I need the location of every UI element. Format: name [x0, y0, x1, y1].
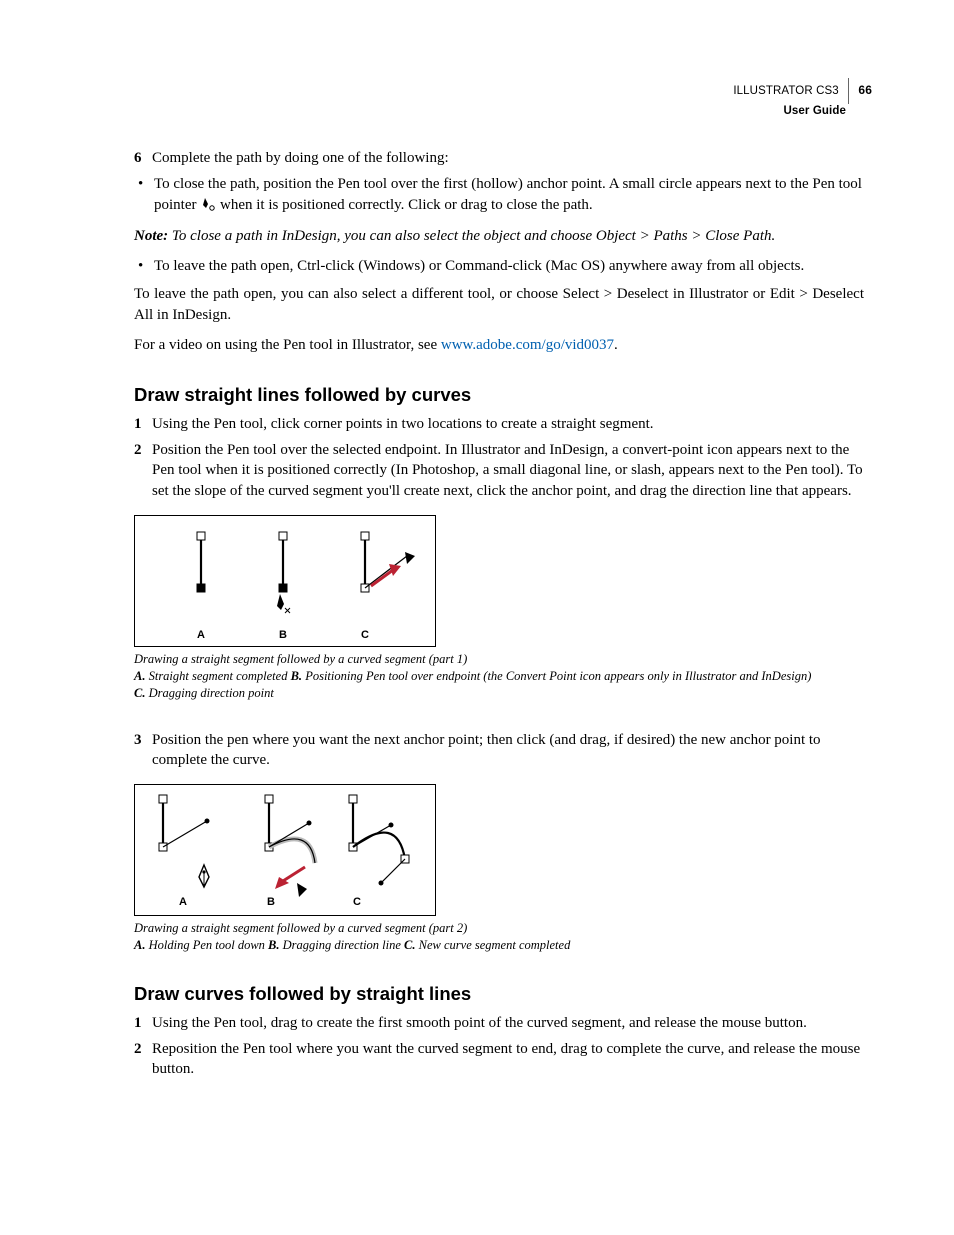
bullet-leave-open: To leave the path open, Ctrl-click (Wind… [134, 256, 864, 276]
s2-step-2-text: Reposition the Pen tool where you want t… [152, 1039, 864, 1080]
s1-step-1: 1 Using the Pen tool, click corner point… [134, 414, 864, 434]
heading-curves-then-lines: Draw curves followed by straight lines [134, 982, 864, 1007]
product-name: ILLUSTRATOR CS3 [733, 85, 838, 97]
fig1-label-c: C [361, 628, 369, 643]
s1-step-2-text: Position the Pen tool over the selected … [152, 440, 864, 501]
video-suffix: . [614, 337, 618, 353]
bullet-leave-open-text: To leave the path open, Ctrl-click (Wind… [154, 256, 864, 276]
figure-1-caption: Drawing a straight segment followed by a… [134, 651, 864, 702]
s1-step-1-text: Using the Pen tool, click corner points … [152, 414, 864, 434]
step-6: 6 Complete the path by doing one of the … [134, 148, 864, 168]
video-link[interactable]: www.adobe.com/go/vid0037 [441, 337, 614, 353]
fig2-label-a: A [179, 895, 187, 910]
figure-1: A B C [134, 515, 436, 647]
s1-step-2: 2 Position the Pen tool over the selecte… [134, 440, 864, 501]
fig1-caption-title: Drawing a straight segment followed by a… [134, 652, 467, 666]
step-6-text: Complete the path by doing one of the fo… [152, 148, 864, 168]
bullet-close-path-tail: when it is positioned correctly. Click o… [220, 197, 593, 213]
s2-step-1-text: Using the Pen tool, drag to create the f… [152, 1013, 864, 1033]
s1-step-3: 3 Position the pen where you want the ne… [134, 730, 864, 771]
note-close-path: Note: To close a path in InDesign, you c… [134, 226, 864, 246]
fig2-caption-title: Drawing a straight segment followed by a… [134, 921, 467, 935]
pen-close-icon [200, 196, 216, 218]
note-text: To close a path in InDesign, you can als… [168, 228, 775, 244]
s2-step-1: 1 Using the Pen tool, drag to create the… [134, 1013, 864, 1033]
s2-step-2: 2 Reposition the Pen tool where you want… [134, 1039, 864, 1080]
fig2-label-c: C [353, 895, 361, 910]
bullet-close-path: To close the path, position the Pen tool… [134, 174, 864, 218]
heading-lines-then-curves: Draw straight lines followed by curves [134, 383, 864, 408]
s1-step-3-text: Position the pen where you want the next… [152, 730, 864, 771]
body-content: 6 Complete the path by doing one of the … [134, 148, 864, 1080]
para-leave-open: To leave the path open, you can also sel… [134, 284, 864, 325]
fig2-label-b: B [267, 895, 275, 910]
figure-2: A B C [134, 784, 436, 916]
page-number: 66 [858, 83, 872, 97]
fig1-label-b: B [279, 628, 287, 643]
note-label: Note: [134, 228, 168, 244]
guide-label: User Guide [733, 104, 846, 119]
fig1-label-a: A [197, 628, 205, 643]
running-header: ILLUSTRATOR CS3 66 User Guide [733, 78, 872, 119]
video-prefix: For a video on using the Pen tool in Ill… [134, 337, 441, 353]
figure-2-caption: Drawing a straight segment followed by a… [134, 920, 864, 954]
para-video: For a video on using the Pen tool in Ill… [134, 335, 864, 355]
page: ILLUSTRATOR CS3 66 User Guide 6 Complete… [0, 0, 954, 1235]
